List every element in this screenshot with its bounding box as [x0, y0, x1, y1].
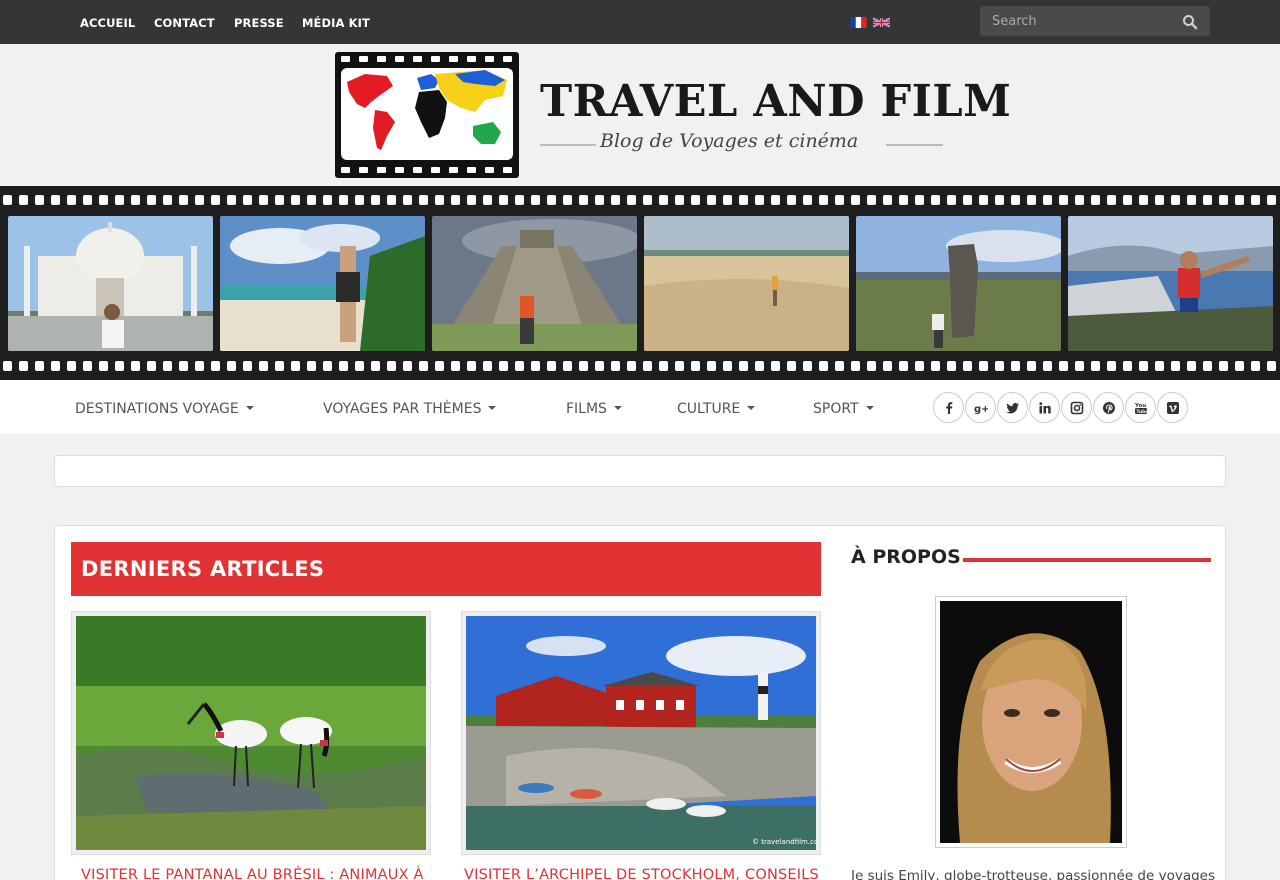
heading-rule — [963, 558, 1211, 562]
caret-down-icon — [747, 406, 756, 410]
nav-culture[interactable]: CULTURE — [677, 401, 756, 417]
top-bar: ACCUEIL CONTACT PRESSE MÉDIA KIT — [0, 0, 1280, 44]
divider — [886, 144, 943, 146]
pinterest-icon[interactable] — [1093, 392, 1124, 423]
banner-photo-dunes[interactable] — [644, 216, 849, 351]
google-plus-icon[interactable]: g+ — [965, 392, 996, 423]
article-card-stockholm[interactable]: © travelandfilm.com — [461, 611, 821, 855]
main-nav: DESTINATIONS VOYAGE VOYAGES PAR THÈMES F… — [0, 380, 1280, 434]
film-perforations — [0, 194, 1280, 206]
article-image-stockholm[interactable]: © travelandfilm.com — [466, 616, 816, 850]
breadcrumb-container — [54, 455, 1226, 487]
image-watermark: © travelandfilm.com — [752, 838, 816, 846]
caret-down-icon — [865, 406, 874, 410]
search-icon[interactable] — [1182, 14, 1198, 30]
banner-photo-rio[interactable] — [1068, 216, 1273, 351]
facebook-icon[interactable] — [933, 392, 964, 423]
vimeo-icon[interactable] — [1157, 392, 1188, 423]
about-heading: À PROPOS — [851, 546, 961, 568]
nav-destinations-voyage[interactable]: DESTINATIONS VOYAGE — [75, 401, 254, 417]
caret-down-icon — [245, 406, 254, 410]
topnav-media-kit[interactable]: MÉDIA KIT — [302, 16, 370, 30]
content-panel: DERNIERS ARTICLES © travelandfilm.c VISI… — [54, 525, 1226, 880]
nav-sport[interactable]: SPORT — [813, 401, 874, 417]
topnav-accueil[interactable]: ACCUEIL — [80, 16, 135, 30]
banner-photo-pyramid[interactable] — [432, 216, 637, 351]
about-text: Je suis Emily, globe-trotteuse, passionn… — [851, 868, 1216, 880]
caret-down-icon — [613, 406, 622, 410]
topnav-contact[interactable]: CONTACT — [154, 16, 215, 30]
nav-label: CULTURE — [677, 401, 741, 417]
nav-label: VOYAGES PAR THÈMES — [323, 401, 482, 417]
divider — [540, 144, 596, 146]
caret-down-icon — [488, 406, 497, 410]
banner-photo-moai[interactable] — [856, 216, 1061, 351]
about-heading-block: À PROPOS — [835, 542, 1211, 572]
article-title-stockholm[interactable]: VISITER L’ARCHIPEL DE STOCKHOLM, CONSEIL… — [464, 867, 819, 880]
banner-filmstrip — [0, 186, 1280, 380]
search-input[interactable] — [980, 6, 1170, 36]
svg-text:g+: g+ — [974, 404, 988, 415]
author-photo — [935, 596, 1127, 848]
twitter-icon[interactable] — [997, 392, 1028, 423]
instagram-icon[interactable] — [1061, 392, 1092, 423]
nav-films[interactable]: FILMS — [566, 401, 622, 417]
topnav-presse[interactable]: PRESSE — [234, 16, 284, 30]
article-image-pantanal[interactable] — [76, 616, 426, 850]
nav-label: FILMS — [566, 401, 607, 417]
banner-photo-beach[interactable] — [220, 216, 425, 351]
nav-voyages-par-themes[interactable]: VOYAGES PAR THÈMES — [323, 401, 497, 417]
linkedin-icon[interactable] — [1029, 392, 1060, 423]
film-world-map-icon — [341, 56, 513, 173]
site-logo-image[interactable] — [335, 52, 519, 178]
article-card-pantanal[interactable] — [71, 611, 431, 855]
film-perforations — [0, 360, 1280, 372]
nav-label: DESTINATIONS VOYAGE — [75, 401, 239, 417]
uk-flag-icon[interactable] — [873, 17, 890, 28]
search-box — [980, 6, 1210, 36]
nav-label: SPORT — [813, 401, 859, 417]
site-subtitle: Blog de Voyages et cinéma — [600, 130, 859, 152]
site-title: TRAVEL AND FILM — [540, 76, 1012, 127]
article-title-pantanal[interactable]: VISITER LE PANTANAL AU BRÉSIL : ANIMAUX … — [81, 867, 424, 880]
svg-text:Tube: Tube — [1136, 408, 1148, 414]
banner-photo-taj-mahal[interactable] — [8, 216, 213, 351]
fr-flag-icon[interactable] — [850, 17, 867, 28]
youtube-icon[interactable]: You Tube — [1125, 392, 1156, 423]
latest-articles-heading: DERNIERS ARTICLES — [71, 542, 821, 596]
avatar — [940, 601, 1122, 843]
